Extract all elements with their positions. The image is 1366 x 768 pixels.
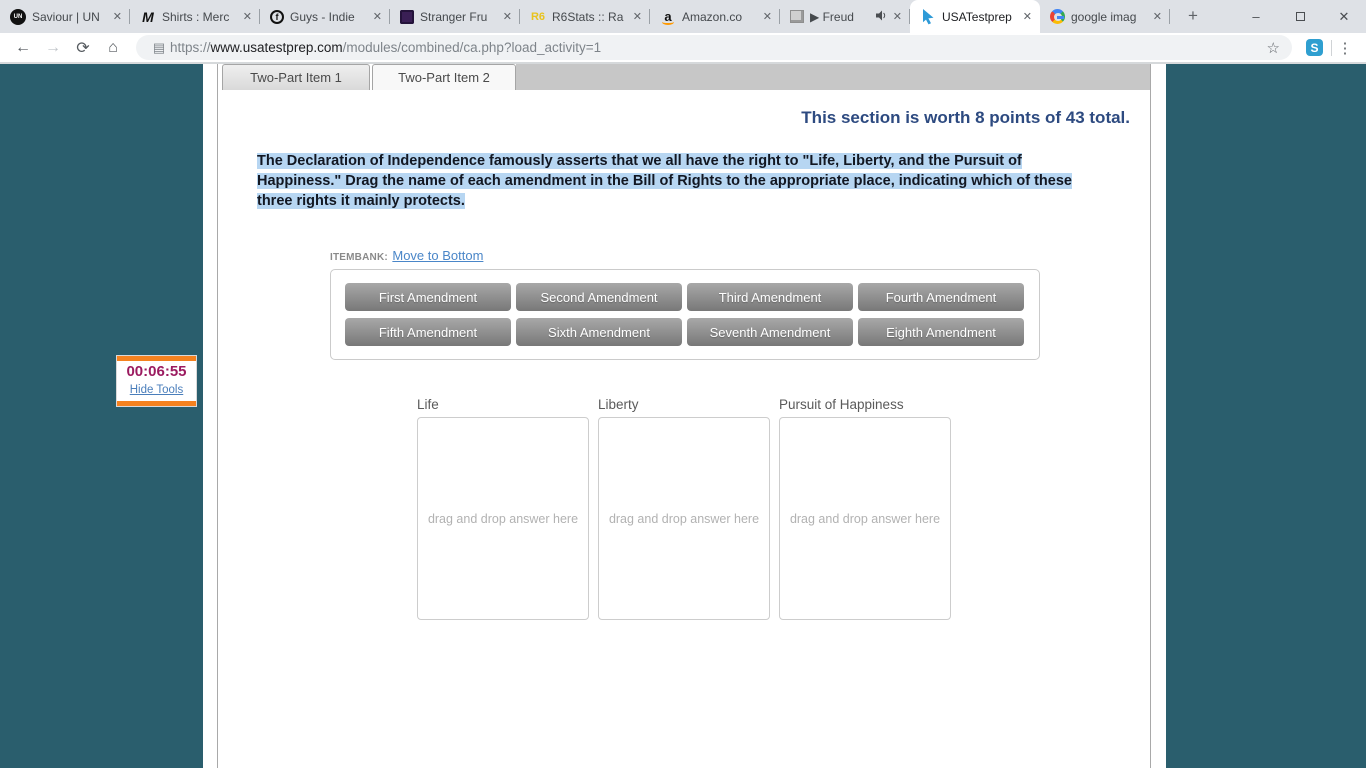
close-tab-icon[interactable]: ✕ xyxy=(503,10,512,23)
new-tab-button[interactable]: + xyxy=(1178,1,1208,31)
stranger-logo-icon xyxy=(400,9,414,24)
browser-tab-stranger[interactable]: Stranger Fru ✕ xyxy=(390,0,520,33)
move-to-bottom-link[interactable]: Move to Bottom xyxy=(392,248,483,263)
tab-two-part-item-1[interactable]: Two-Part Item 1 xyxy=(222,64,370,90)
browser-tab-amazon[interactable]: a Amazon.co ✕ xyxy=(650,0,780,33)
browser-tab-r6stats[interactable]: R6 R6Stats :: Ra ✕ xyxy=(520,0,650,33)
question-text: The Declaration of Independence famously… xyxy=(257,151,1108,211)
browser-tab-guys[interactable]: f Guys - Indie ✕ xyxy=(260,0,390,33)
close-tab-icon[interactable]: ✕ xyxy=(1023,10,1032,23)
restore-icon xyxy=(1295,12,1305,21)
close-tab-icon[interactable]: ✕ xyxy=(633,10,642,23)
dropzone-target[interactable]: drag and drop answer here xyxy=(779,417,951,620)
itembank-label: ITEMBANK: xyxy=(330,252,388,263)
browser-tab-google-images[interactable]: google imag ✕ xyxy=(1040,0,1170,33)
url-host: www.usatestprep.com xyxy=(210,40,343,55)
hide-tools-link[interactable]: Hide Tools xyxy=(130,384,184,396)
guys-logo-icon: f xyxy=(270,9,284,24)
close-tab-icon[interactable]: ✕ xyxy=(243,10,252,23)
close-tab-icon[interactable]: ✕ xyxy=(893,10,902,23)
window-controls: – ✕ xyxy=(1234,0,1366,33)
dropzone-row: Life drag and drop answer here Liberty d… xyxy=(417,397,1150,620)
tab-title: ▶ Freud xyxy=(810,9,854,24)
home-icon[interactable]: ⌂ xyxy=(98,39,128,57)
tab-title: Amazon.co xyxy=(682,9,743,24)
close-tab-icon[interactable]: ✕ xyxy=(373,10,382,23)
browser-tab-strip: UN Saviour | UN ✕ M Shirts : Merc ✕ f Gu… xyxy=(0,0,1366,33)
google-g-icon xyxy=(1050,9,1065,24)
browser-tab-saviour[interactable]: UN Saviour | UN ✕ xyxy=(0,0,130,33)
drag-chip-third-amendment[interactable]: Third Amendment xyxy=(687,283,853,311)
dropzone-placeholder: drag and drop answer here xyxy=(427,511,579,526)
browser-tab-usatestprep-active[interactable]: USATestprep ✕ xyxy=(910,0,1040,33)
dropzone-placeholder: drag and drop answer here xyxy=(608,511,760,526)
refresh-icon[interactable]: ⟳ xyxy=(68,38,98,58)
drag-chip-first-amendment[interactable]: First Amendment xyxy=(345,283,511,311)
item-tab-bar-filler xyxy=(516,64,1150,90)
tab-title: Shirts : Merc xyxy=(162,9,230,24)
drag-chip-fifth-amendment[interactable]: Fifth Amendment xyxy=(345,318,511,346)
address-bar[interactable]: ▤ https://www.usatestprep.com/modules/co… xyxy=(136,35,1292,60)
tab-title: google imag xyxy=(1071,9,1137,24)
r6stats-logo-icon: R6 xyxy=(530,10,546,23)
tab-title: USATestprep xyxy=(942,9,1012,24)
timer-value: 00:06:55 xyxy=(126,363,187,380)
tab-two-part-item-2[interactable]: Two-Part Item 2 xyxy=(372,64,516,90)
page-info-icon[interactable]: ▤ xyxy=(148,40,170,56)
back-icon[interactable]: ← xyxy=(8,39,38,57)
audio-playing-icon[interactable] xyxy=(875,10,887,24)
tab-title: Saviour | UN xyxy=(32,9,100,24)
page-background: Two-Part Item 1 Two-Part Item 2 This sec… xyxy=(0,64,1366,768)
unfd-logo-icon: UN xyxy=(10,8,26,25)
dropzone-label: Life xyxy=(417,397,439,412)
usatestprep-cursor-icon xyxy=(920,8,936,25)
close-tab-icon[interactable]: ✕ xyxy=(763,10,772,23)
test-timer-widget: 00:06:55 Hide Tools xyxy=(117,356,196,406)
tab-title: Stranger Fru xyxy=(420,9,488,24)
drag-chip-seventh-amendment[interactable]: Seventh Amendment xyxy=(687,318,853,346)
content-panel: Two-Part Item 1 Two-Part Item 2 This sec… xyxy=(203,64,1166,768)
forward-icon[interactable]: → xyxy=(38,39,68,57)
dropzone-liberty: Liberty drag and drop answer here xyxy=(598,397,770,620)
extension-icon[interactable]: S xyxy=(1306,39,1323,56)
itembank-container: First Amendment Second Amendment Third A… xyxy=(330,269,1040,360)
dropzone-target[interactable]: drag and drop answer here xyxy=(598,417,770,620)
item-tab-bar: Two-Part Item 1 Two-Part Item 2 xyxy=(218,64,1150,90)
tab-title: Guys - Indie xyxy=(290,9,355,24)
content-column: Two-Part Item 1 Two-Part Item 2 This sec… xyxy=(217,64,1151,768)
close-tab-icon[interactable]: ✕ xyxy=(113,10,122,23)
browser-tab-shirts[interactable]: M Shirts : Merc ✕ xyxy=(130,0,260,33)
tab-title: R6Stats :: Ra xyxy=(552,9,624,24)
minimize-button[interactable]: – xyxy=(1234,9,1278,24)
dropzone-target[interactable]: drag and drop answer here xyxy=(417,417,589,620)
drag-chip-second-amendment[interactable]: Second Amendment xyxy=(516,283,682,311)
itembank-header: ITEMBANK: Move to Bottom xyxy=(330,247,1150,265)
close-window-button[interactable]: ✕ xyxy=(1322,9,1366,25)
merch-logo-icon: M xyxy=(142,8,154,25)
section-points-note: This section is worth 8 points of 43 tot… xyxy=(801,108,1130,127)
browser-tab-freud[interactable]: ▶ Freud ✕ xyxy=(780,0,910,33)
amazon-logo-icon: a xyxy=(660,9,676,25)
video-thumbnail-icon xyxy=(790,10,804,23)
drag-chip-sixth-amendment[interactable]: Sixth Amendment xyxy=(516,318,682,346)
dropzone-placeholder: drag and drop answer here xyxy=(789,511,941,526)
browser-menu-icon[interactable]: ⋮ xyxy=(1332,39,1358,57)
bookmark-star-icon[interactable]: ☆ xyxy=(1267,39,1280,57)
drag-chip-fourth-amendment[interactable]: Fourth Amendment xyxy=(858,283,1024,311)
dropzone-pursuit-of-happiness: Pursuit of Happiness drag and drop answe… xyxy=(779,397,951,620)
dropzone-life: Life drag and drop answer here xyxy=(417,397,589,620)
question-highlighted-text: The Declaration of Independence famously… xyxy=(257,153,1072,209)
dropzone-label: Liberty xyxy=(598,397,639,412)
close-tab-icon[interactable]: ✕ xyxy=(1153,10,1162,23)
drag-chip-eighth-amendment[interactable]: Eighth Amendment xyxy=(858,318,1024,346)
url-scheme: https:// xyxy=(170,40,211,55)
browser-toolbar: ← → ⟳ ⌂ ▤ https://www.usatestprep.com/mo… xyxy=(0,33,1366,62)
dropzone-label: Pursuit of Happiness xyxy=(779,397,904,412)
restore-button[interactable] xyxy=(1278,9,1322,24)
url-path: /modules/combined/ca.php?load_activity=1 xyxy=(342,40,602,55)
